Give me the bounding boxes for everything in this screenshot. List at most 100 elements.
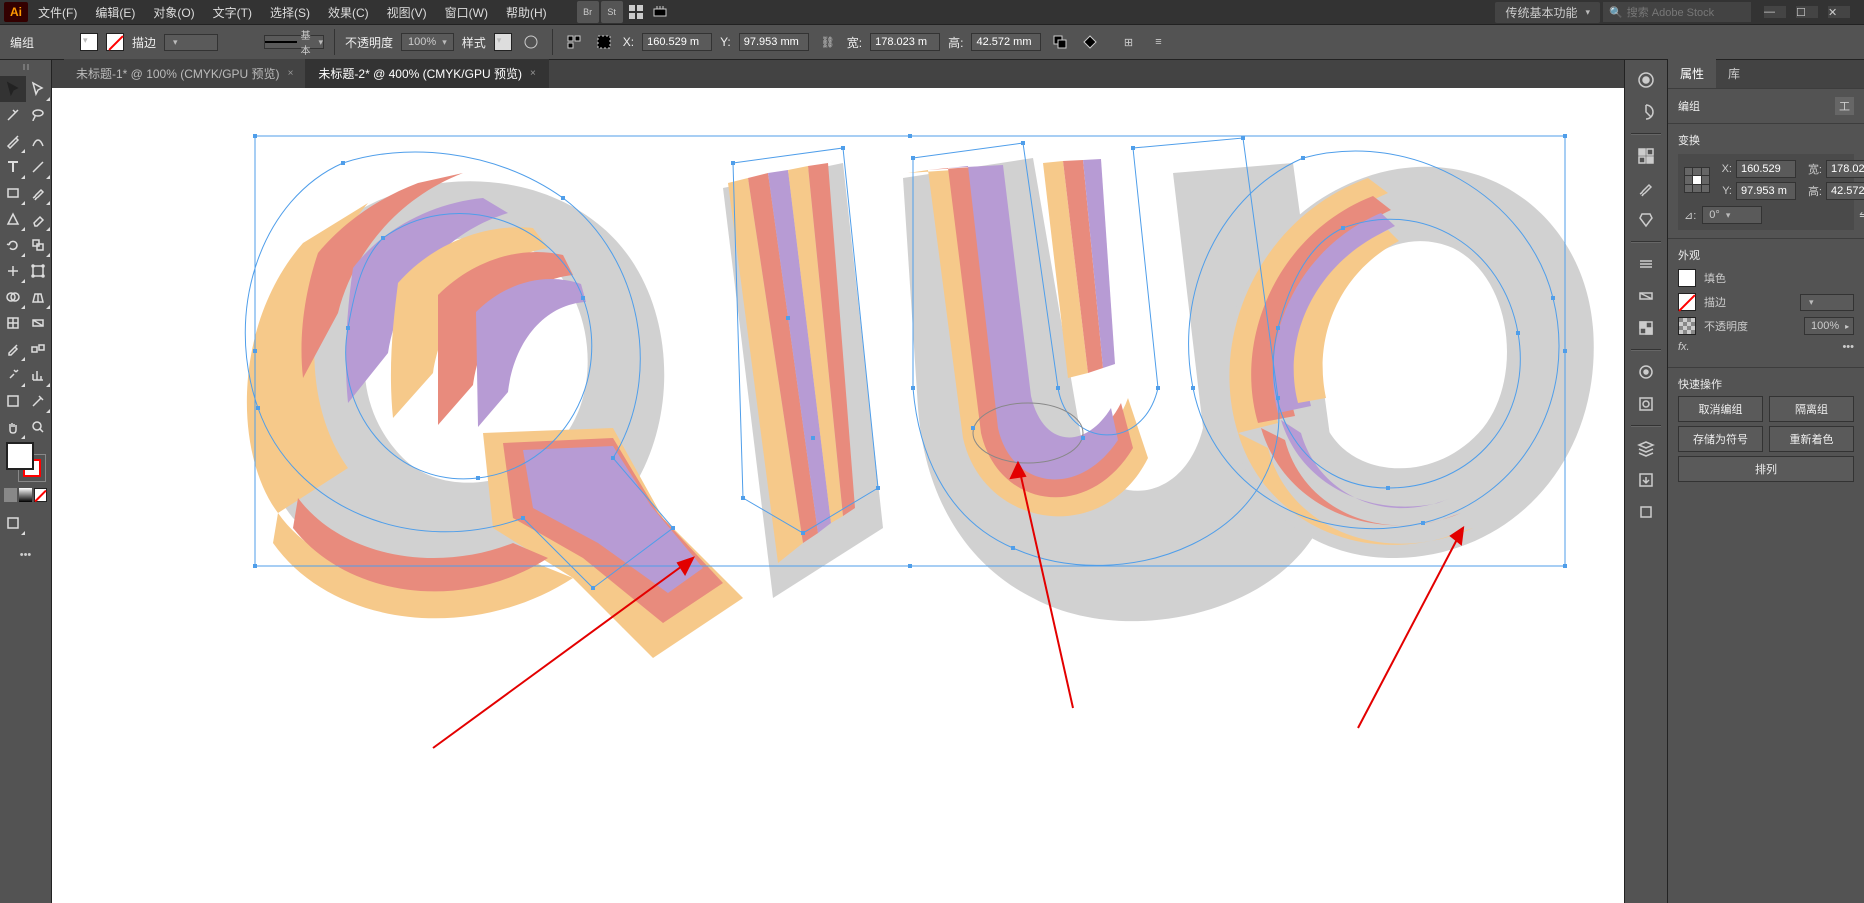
close-tab-icon[interactable]: × (530, 68, 536, 79)
flip-h-icon[interactable]: ⇋ (1859, 209, 1864, 222)
isolate-icon[interactable] (1079, 31, 1101, 53)
save-symbol-button[interactable]: 存储为符号 (1678, 426, 1763, 452)
stroke-weight-prop[interactable] (1800, 294, 1854, 311)
opacity-field[interactable]: 100% (401, 33, 454, 51)
panel-toggle-icon[interactable]: ⊞ (1117, 31, 1139, 53)
minimize-button[interactable]: — (1764, 6, 1786, 18)
tools-hint[interactable]: 工 (1835, 97, 1854, 115)
menu-view[interactable]: 视图(V) (379, 2, 435, 23)
prop-y-field[interactable] (1736, 182, 1796, 200)
transform-icon[interactable] (593, 31, 615, 53)
screen-mode[interactable] (0, 510, 26, 536)
lasso-tool[interactable] (26, 102, 52, 128)
paintbrush-tool[interactable] (26, 180, 52, 206)
blend-tool[interactable] (26, 336, 52, 362)
rotate-tool[interactable] (0, 232, 26, 258)
fx-button[interactable]: fx. (1678, 341, 1690, 353)
eyedropper-tool[interactable] (0, 336, 26, 362)
menu-edit[interactable]: 编辑(E) (87, 2, 143, 23)
recolor-button[interactable]: 重新着色 (1769, 426, 1854, 452)
more-appearance-icon[interactable]: ••• (1842, 341, 1854, 353)
symbols-panel-icon[interactable] (1628, 206, 1664, 234)
perspective-tool[interactable] (26, 284, 52, 310)
fill-swatch[interactable] (80, 33, 98, 51)
stroke-profile[interactable]: 基本 (264, 35, 324, 49)
stroke-weight[interactable] (164, 34, 218, 51)
align-icon[interactable] (563, 31, 585, 53)
maximize-button[interactable]: ☐ (1796, 6, 1818, 18)
pen-tool[interactable] (0, 128, 26, 154)
stock-icon[interactable]: St (601, 1, 623, 23)
arrange-button[interactable]: 排列 (1678, 456, 1854, 482)
type-tool[interactable] (0, 154, 26, 180)
h-field[interactable] (971, 33, 1041, 51)
fill-color[interactable] (1678, 269, 1696, 287)
gradient-tool[interactable] (26, 310, 52, 336)
reference-point[interactable] (1684, 167, 1710, 193)
fill-stroke-control[interactable] (0, 440, 51, 488)
free-transform-tool[interactable] (26, 258, 52, 284)
graph-tool[interactable] (26, 362, 52, 388)
menu-file[interactable]: 文件(F) (30, 2, 85, 23)
stroke-panel-icon[interactable] (1628, 250, 1664, 278)
selection-tool[interactable] (0, 76, 26, 102)
stroke-color[interactable] (1678, 293, 1696, 311)
layers-panel-icon[interactable] (1628, 434, 1664, 462)
color-panel-icon[interactable] (1628, 66, 1664, 94)
swatches-panel-icon[interactable] (1628, 142, 1664, 170)
close-tab-icon[interactable]: × (288, 68, 294, 79)
angle-field[interactable]: 0° (1702, 206, 1762, 224)
menu-object[interactable]: 对象(O) (145, 2, 202, 23)
workspace-switcher[interactable]: 传统基本功能 (1495, 2, 1600, 23)
slice-tool[interactable] (26, 388, 52, 414)
color-modes[interactable] (0, 488, 51, 502)
width-tool[interactable] (0, 258, 26, 284)
y-field[interactable] (739, 33, 809, 51)
graphic-styles-icon[interactable] (1628, 390, 1664, 418)
opacity-prop[interactable]: 100%▸ (1804, 317, 1854, 335)
curvature-tool[interactable] (26, 128, 52, 154)
color-guide-icon[interactable] (1628, 98, 1664, 126)
search-stock[interactable]: 🔍搜索 Adobe Stock (1602, 1, 1752, 23)
menu-select[interactable]: 选择(S) (262, 2, 318, 23)
link-wh-icon[interactable]: ⛓ (817, 31, 839, 53)
hand-tool[interactable] (0, 414, 26, 440)
shaper-tool[interactable] (0, 206, 26, 232)
line-tool[interactable] (26, 154, 52, 180)
shape-builder-tool[interactable] (0, 284, 26, 310)
menu-window[interactable]: 窗口(W) (437, 2, 496, 23)
artboards-panel-icon[interactable] (1628, 498, 1664, 526)
doc-setup-icon[interactable] (520, 31, 542, 53)
eraser-tool[interactable] (26, 206, 52, 232)
appearance-panel-icon[interactable] (1628, 358, 1664, 386)
library-tab[interactable]: 库 (1716, 59, 1752, 88)
x-field[interactable] (642, 33, 712, 51)
close-button[interactable]: ✕ (1828, 6, 1850, 18)
prop-h-field[interactable] (1826, 182, 1864, 200)
artboard-tool[interactable] (0, 388, 26, 414)
scale-tool[interactable] (26, 232, 52, 258)
menu-type[interactable]: 文字(T) (205, 2, 260, 23)
ungroup-button[interactable]: 取消编组 (1678, 396, 1763, 422)
prop-x-field[interactable] (1736, 160, 1796, 178)
symbol-sprayer-tool[interactable] (0, 362, 26, 388)
doc-tab-1[interactable]: 未标题-1* @ 100% (CMYK/GPU 预览)× (64, 59, 306, 88)
panel-menu-icon[interactable]: ≡ (1147, 31, 1169, 53)
arrange-docs-icon[interactable] (625, 1, 647, 23)
gpu-icon[interactable] (649, 1, 671, 23)
direct-selection-tool[interactable] (26, 76, 52, 102)
brushes-panel-icon[interactable] (1628, 174, 1664, 202)
asset-export-icon[interactable] (1628, 466, 1664, 494)
rectangle-tool[interactable] (0, 180, 26, 206)
isolate-button[interactable]: 隔离组 (1769, 396, 1854, 422)
bridge-icon[interactable]: Br (577, 1, 599, 23)
menu-help[interactable]: 帮助(H) (498, 2, 555, 23)
mesh-tool[interactable] (0, 310, 26, 336)
prop-w-field[interactable] (1826, 160, 1864, 178)
menu-effect[interactable]: 效果(C) (320, 2, 377, 23)
magic-wand-tool[interactable] (0, 102, 26, 128)
graphic-style[interactable] (494, 33, 512, 51)
zoom-tool[interactable] (26, 414, 52, 440)
stroke-swatch[interactable] (106, 33, 124, 51)
canvas[interactable] (52, 88, 1624, 903)
